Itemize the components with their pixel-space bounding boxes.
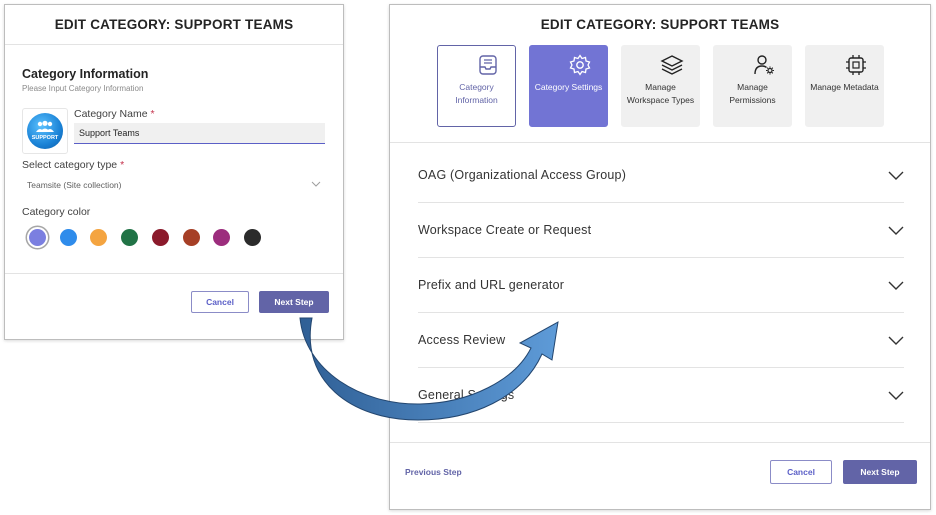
category-color-label: Category color (22, 206, 91, 218)
section-label: General Settings (418, 388, 515, 402)
divider (5, 273, 343, 274)
step-manage-workspace-types[interactable]: Manage Workspace Types (621, 45, 700, 127)
color-swatch[interactable] (182, 229, 200, 246)
dialog-title: EDIT CATEGORY: SUPPORT TEAMS (540, 17, 780, 32)
chevron-down-icon (311, 181, 321, 187)
section-oag[interactable]: OAG (Organizational Access Group) (418, 149, 904, 203)
category-name-label: Category Name * (74, 108, 155, 120)
color-swatch[interactable] (29, 229, 46, 246)
category-settings-dialog: EDIT CATEGORY: SUPPORT TEAMS Category In… (389, 4, 931, 510)
divider (5, 44, 343, 45)
section-general-settings[interactable]: General Settings (418, 369, 904, 423)
section-label: Access Review (418, 333, 506, 347)
color-swatch[interactable] (151, 229, 169, 246)
next-step-button[interactable]: Next Step (259, 291, 329, 313)
step-category-settings[interactable]: Category Settings (529, 45, 608, 127)
next-step-button[interactable]: Next Step (843, 460, 917, 484)
step-manage-metadata[interactable]: Manage Metadata (805, 45, 884, 127)
step-manage-permissions[interactable]: Manage Permissions (713, 45, 792, 127)
step-label: Manage Workspace Types (626, 82, 695, 105)
divider (390, 142, 930, 143)
people-icon (36, 120, 54, 132)
support-logo: SUPPORT (27, 113, 63, 149)
color-swatch[interactable] (213, 229, 231, 246)
color-swatch[interactable] (59, 229, 77, 246)
gear-icon (569, 54, 591, 76)
chevron-down-icon (888, 336, 904, 345)
logo-text: SUPPORT (31, 135, 59, 141)
category-information-dialog: EDIT CATEGORY: SUPPORT TEAMS Category In… (4, 4, 344, 340)
chevron-down-icon (888, 281, 904, 290)
step-category-information[interactable]: Category Information (437, 45, 516, 127)
color-swatch[interactable] (243, 229, 261, 246)
section-label: Prefix and URL generator (418, 278, 565, 292)
section-workspace-create[interactable]: Workspace Create or Request (418, 204, 904, 258)
dialog-title: EDIT CATEGORY: SUPPORT TEAMS (54, 17, 294, 32)
section-title: Category Information (22, 67, 149, 81)
step-label: Category Settings (534, 82, 603, 92)
color-swatch[interactable] (90, 229, 108, 246)
section-prefix-url[interactable]: Prefix and URL generator (418, 259, 904, 313)
step-label: Category Information (455, 82, 498, 105)
layers-icon (660, 55, 684, 75)
divider (390, 442, 930, 443)
step-label: Manage Metadata (810, 82, 879, 92)
section-access-review[interactable]: Access Review (418, 314, 904, 368)
cancel-button[interactable]: Cancel (191, 291, 249, 313)
cancel-button[interactable]: Cancel (770, 460, 832, 484)
section-label: Workspace Create or Request (418, 223, 592, 237)
color-swatch[interactable] (121, 229, 139, 246)
user-gear-icon (754, 55, 774, 75)
category-logo-picker[interactable]: SUPPORT (22, 108, 68, 154)
category-type-label: Select category type * (22, 159, 125, 171)
tray-icon (479, 55, 497, 75)
chip-icon (846, 55, 866, 75)
chevron-down-icon (888, 226, 904, 235)
chevron-down-icon (888, 171, 904, 180)
step-label: Manage Permissions (729, 82, 776, 105)
section-subtitle: Please Input Category Information (22, 84, 144, 93)
chevron-down-icon (888, 391, 904, 400)
section-label: OAG (Organizational Access Group) (418, 168, 627, 182)
category-name-input[interactable] (74, 123, 325, 144)
previous-step-link[interactable]: Previous Step (405, 467, 462, 477)
category-type-value: Teamsite (Site collection) (27, 180, 122, 190)
